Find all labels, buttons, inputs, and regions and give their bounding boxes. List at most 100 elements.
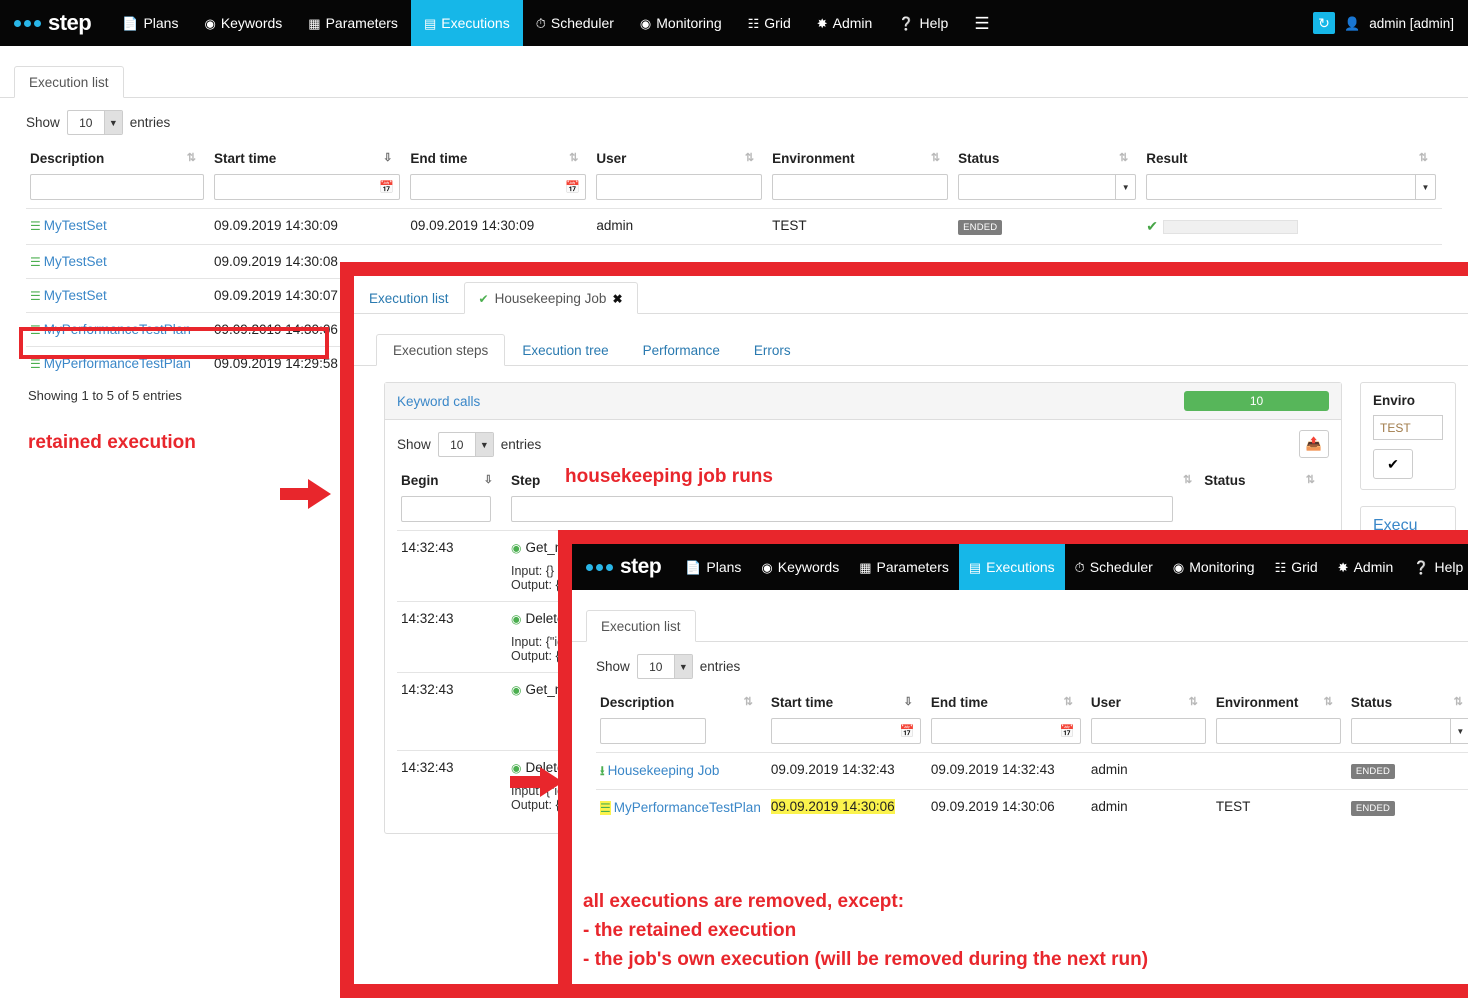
refresh-icon[interactable]: ↻ bbox=[1313, 12, 1336, 34]
col-start-time[interactable]: Start time ⇩ bbox=[767, 689, 927, 718]
nav-admin[interactable]: ✸ Admin bbox=[1328, 544, 1404, 590]
calendar-icon[interactable]: 📅 bbox=[374, 180, 399, 194]
filter-user-input[interactable] bbox=[1090, 718, 1206, 744]
cell-end: 09.09.2019 14:30:06 bbox=[926, 789, 1087, 827]
nav-executions[interactable]: ▤ Executions bbox=[410, 0, 523, 46]
filter-end-time-input[interactable]: 📅 bbox=[410, 174, 587, 200]
nav-executions[interactable]: ▤ Executions bbox=[958, 544, 1065, 590]
export-button[interactable]: 📤 bbox=[1299, 429, 1329, 458]
col-status[interactable]: ⇅ Status ⇅ bbox=[1179, 467, 1329, 496]
list-icon: ▦ bbox=[308, 15, 321, 31]
col-start-time[interactable]: Start time ⇩ bbox=[210, 145, 406, 174]
step-ok-icon: ◉ bbox=[511, 683, 522, 697]
plan-link[interactable]: MyPerformanceTestPlan bbox=[44, 356, 191, 371]
col-user[interactable]: User ⇅ bbox=[592, 145, 768, 174]
sort-desc-icon: ⇩ bbox=[383, 152, 393, 164]
nav-monitoring[interactable]: ◉ Monitoring bbox=[627, 0, 735, 46]
brand-logo[interactable]: step bbox=[572, 544, 675, 590]
step-label: Get_n bbox=[525, 682, 563, 697]
filter-status-select[interactable]: ▼ bbox=[1350, 718, 1468, 744]
tab-execution-list[interactable]: Execution list bbox=[354, 282, 464, 314]
nav-scheduler[interactable]: ⏱ Scheduler bbox=[1065, 544, 1163, 590]
page-size-select[interactable]: 10 ▼ bbox=[636, 654, 693, 679]
nav-grid[interactable]: ☷ Grid bbox=[1265, 544, 1328, 590]
nav-keywords[interactable]: ◉ Keywords bbox=[751, 544, 849, 590]
calendar-icon[interactable]: 📅 bbox=[1055, 724, 1080, 738]
nav-plans[interactable]: 📄 Plans bbox=[109, 0, 191, 46]
page-size-select[interactable]: 10 ▼ bbox=[66, 110, 123, 135]
nav-hamburger[interactable]: ☰ bbox=[961, 0, 1002, 46]
nav-parameters[interactable]: ▦ Parameters bbox=[849, 544, 959, 590]
subtab-execution-steps[interactable]: Execution steps bbox=[376, 334, 506, 366]
plan-link[interactable]: Housekeeping Job bbox=[608, 763, 720, 778]
col-user[interactable]: User ⇅ bbox=[1087, 689, 1212, 718]
filter-description-input[interactable] bbox=[30, 174, 204, 200]
close-icon[interactable]: ✖ bbox=[612, 292, 622, 306]
col-environment[interactable]: Environment ⇅ bbox=[1212, 689, 1347, 718]
subtab-performance[interactable]: Performance bbox=[626, 334, 737, 366]
nav-plans[interactable]: 📄 Plans bbox=[675, 544, 751, 590]
plan-link[interactable]: MyPerformanceTestPlan bbox=[614, 800, 761, 815]
filter-environment-input[interactable] bbox=[1215, 718, 1341, 744]
tab-execution-list-label: Execution list bbox=[29, 75, 109, 90]
tab-execution-list[interactable]: Execution list bbox=[586, 610, 696, 642]
filter-start-time-input[interactable]: 📅 bbox=[213, 174, 401, 200]
col-description[interactable]: Description ⇅ bbox=[596, 689, 767, 718]
filter-user-input[interactable] bbox=[596, 174, 763, 200]
col-environment[interactable]: Environment ⇅ bbox=[768, 145, 954, 174]
calendar-icon[interactable]: 📅 bbox=[895, 724, 920, 738]
subtab-errors[interactable]: Errors bbox=[737, 334, 808, 366]
window3-tabstrip: Execution list bbox=[572, 604, 1468, 642]
plan-icon: ☰ bbox=[30, 357, 41, 371]
filter-start-time-input[interactable]: 📅 bbox=[770, 718, 921, 744]
navbar: step 📄 Plans ◉ Keywords ▦ Parameters ▤ Execu… bbox=[0, 0, 1468, 46]
table-row[interactable]: ☰ MyTestSet 09.09.2019 14:30:09 09.09.201… bbox=[26, 208, 1442, 245]
cell-description: ⭳ Housekeeping Job bbox=[596, 751, 767, 790]
show-label: Show bbox=[26, 115, 60, 130]
status-badge: ENDED bbox=[958, 220, 1003, 235]
table-row[interactable]: ☰ MyPerformanceTestPlan 09.09.2019 14:30:… bbox=[596, 789, 1468, 827]
tab-execution-list[interactable]: Execution list bbox=[14, 66, 124, 98]
col-status[interactable]: Status ⇅ bbox=[1347, 689, 1468, 718]
nav-admin[interactable]: ✸ Admin bbox=[804, 0, 886, 46]
page-size-select[interactable]: 10 ▼ bbox=[437, 432, 494, 457]
environment-value[interactable]: TEST bbox=[1373, 415, 1443, 440]
nav-monitoring[interactable]: ◉ Monitoring bbox=[1163, 544, 1265, 590]
nav-grid-label: Grid bbox=[1291, 559, 1318, 575]
confirm-button[interactable]: ✔ bbox=[1373, 449, 1413, 479]
filter-begin-input[interactable] bbox=[401, 496, 491, 522]
col-result[interactable]: Result ⇅ bbox=[1142, 145, 1442, 174]
filter-step-input[interactable] bbox=[511, 496, 1173, 522]
window2-subtabs: Execution steps Execution tree Performan… bbox=[354, 330, 1468, 366]
filter-description-input[interactable] bbox=[600, 718, 706, 744]
filter-result-select[interactable]: ▼ bbox=[1146, 174, 1436, 200]
nav-help[interactable]: ❔ Help bbox=[885, 0, 961, 46]
table-row[interactable]: ⭳ Housekeeping Job 09.09.2019 14:32:43 09… bbox=[596, 751, 1468, 790]
nav-parameters[interactable]: ▦ Parameters bbox=[295, 0, 411, 46]
plan-link[interactable]: MyTestSet bbox=[44, 218, 107, 233]
nav-keywords[interactable]: ◉ Keywords bbox=[191, 0, 295, 46]
hamburger-icon: ☰ bbox=[974, 13, 990, 33]
plan-link[interactable]: MyTestSet bbox=[44, 254, 107, 269]
window1-show-entries: Show 10 ▼ entries bbox=[26, 98, 1442, 145]
subtab-execution-tree[interactable]: Execution tree bbox=[505, 334, 625, 366]
nav-grid[interactable]: ☷ Grid bbox=[735, 0, 804, 46]
col-description[interactable]: Description ⇅ bbox=[26, 145, 210, 174]
show-label: Show bbox=[397, 437, 431, 452]
nav-scheduler[interactable]: ⏱ Scheduler bbox=[523, 0, 627, 46]
nav-help[interactable]: ❔ Help bbox=[1403, 544, 1468, 590]
filter-end-time-input[interactable]: 📅 bbox=[930, 718, 1081, 744]
brand-logo[interactable]: step bbox=[0, 0, 109, 46]
plan-link[interactable]: MyPerformanceTestPlan bbox=[44, 322, 191, 337]
col-end-time[interactable]: End time ⇅ bbox=[927, 689, 1087, 718]
filter-status-select[interactable]: ▼ bbox=[958, 174, 1137, 200]
filter-status-cell bbox=[1179, 496, 1329, 531]
calendar-icon[interactable]: 📅 bbox=[560, 180, 585, 194]
plan-link[interactable]: MyTestSet bbox=[44, 288, 107, 303]
col-begin[interactable]: Begin ⇩ bbox=[397, 467, 507, 496]
col-status[interactable]: Status ⇅ bbox=[954, 145, 1142, 174]
step-ok-icon: ◉ bbox=[511, 612, 522, 626]
col-end-time[interactable]: End time ⇅ bbox=[406, 145, 592, 174]
filter-environment-input[interactable] bbox=[772, 174, 949, 200]
tab-housekeeping-job[interactable]: ✔ Housekeeping Job ✖ bbox=[463, 282, 638, 314]
